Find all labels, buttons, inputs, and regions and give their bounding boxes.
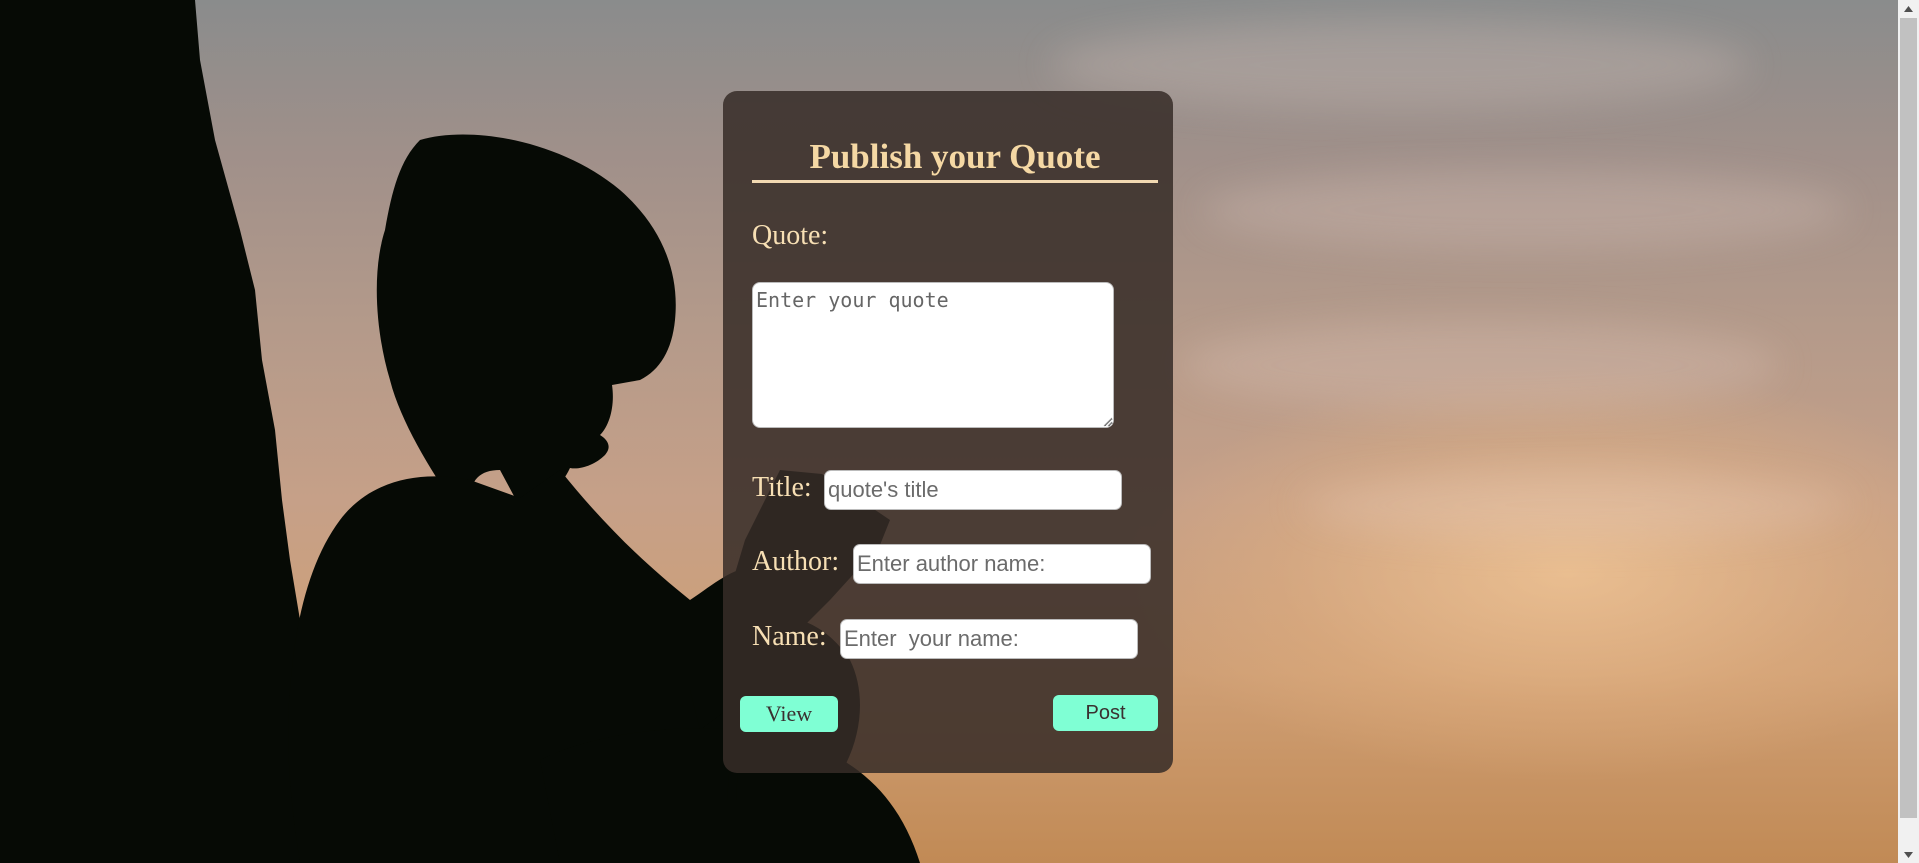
quote-label: Quote:	[752, 220, 829, 251]
cloud	[1180, 320, 1780, 410]
cloud	[1300, 470, 1850, 540]
your-name-input[interactable]	[840, 619, 1138, 659]
page-background: Publish your Quote Quote: Title: Author:…	[0, 0, 1898, 863]
arrow-up-icon[interactable]	[1898, 0, 1919, 17]
vertical-scrollbar[interactable]	[1898, 0, 1919, 863]
scrollbar-thumb[interactable]	[1900, 18, 1917, 818]
publish-quote-card: Publish your Quote Quote: Title: Author:…	[723, 91, 1173, 773]
author-name-input[interactable]	[853, 544, 1151, 584]
form-title: Publish your Quote	[809, 137, 1101, 176]
sunset-glow	[1118, 363, 1898, 783]
cloud	[1200, 170, 1850, 250]
post-button[interactable]: Post	[1053, 695, 1158, 731]
quote-title-input[interactable]	[824, 470, 1122, 510]
author-label: Author:	[752, 546, 840, 577]
name-label: Name:	[752, 621, 827, 652]
arrow-down-icon[interactable]	[1898, 846, 1919, 863]
quote-textarea[interactable]	[752, 282, 1114, 428]
title-underline	[752, 180, 1158, 183]
title-label: Title:	[752, 472, 812, 503]
view-button[interactable]: View	[740, 696, 838, 732]
